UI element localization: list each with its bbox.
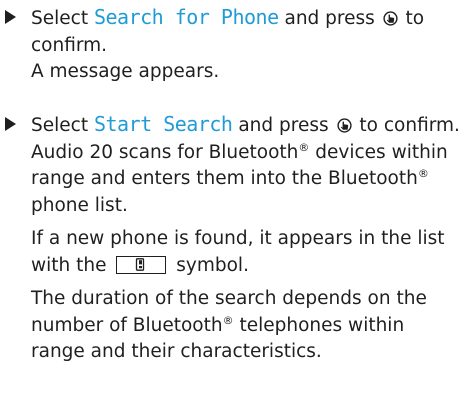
step-2-prefix: Select [31, 115, 94, 136]
registered-mark: ® [222, 313, 234, 327]
registered-mark: ® [298, 140, 310, 154]
controller-press-icon [383, 11, 398, 26]
step-1-result: A message appears. [31, 61, 220, 82]
mobile-phone-icon [116, 255, 167, 274]
step-1-prefix: Select [31, 8, 94, 29]
step-2-instruction: Select Start Search and press to confirm… [31, 111, 461, 140]
step-bullet-icon [5, 10, 16, 24]
instruction-step-2: Select Start Search and press to confirm… [5, 111, 461, 366]
step-2-result: Audio 20 scans for Bluetooth® devices wi… [31, 140, 461, 220]
registered-mark: ® [417, 167, 429, 180]
controller-press-icon [336, 118, 352, 133]
step-bullet-icon [5, 117, 16, 131]
menu-item-search-for-phone: Search for Phone [93, 5, 279, 29]
step-2-new-phone-note: If a new phone is found, it appears in t… [31, 226, 461, 279]
instruction-step-1: Select Search for Phone and press to con… [5, 4, 461, 86]
step-1-instruction: Select Search for Phone and press to con… [31, 4, 461, 59]
step-2-middle: and press [232, 115, 335, 136]
step-2-result-text-a: Audio 20 scans for Bluetooth [31, 141, 299, 163]
manual-page: Select Search for Phone and press to con… [0, 0, 466, 418]
step-2-duration-note: The duration of the search depends on th… [31, 286, 461, 366]
step-2-suffix: to confirm. [353, 115, 460, 136]
menu-item-start-search: Start Search [93, 112, 233, 136]
step-2-result-text-c: phone list. [31, 194, 128, 216]
step-1-middle: and press [278, 8, 381, 29]
new-phone-note-text-b: symbol. [170, 254, 249, 276]
